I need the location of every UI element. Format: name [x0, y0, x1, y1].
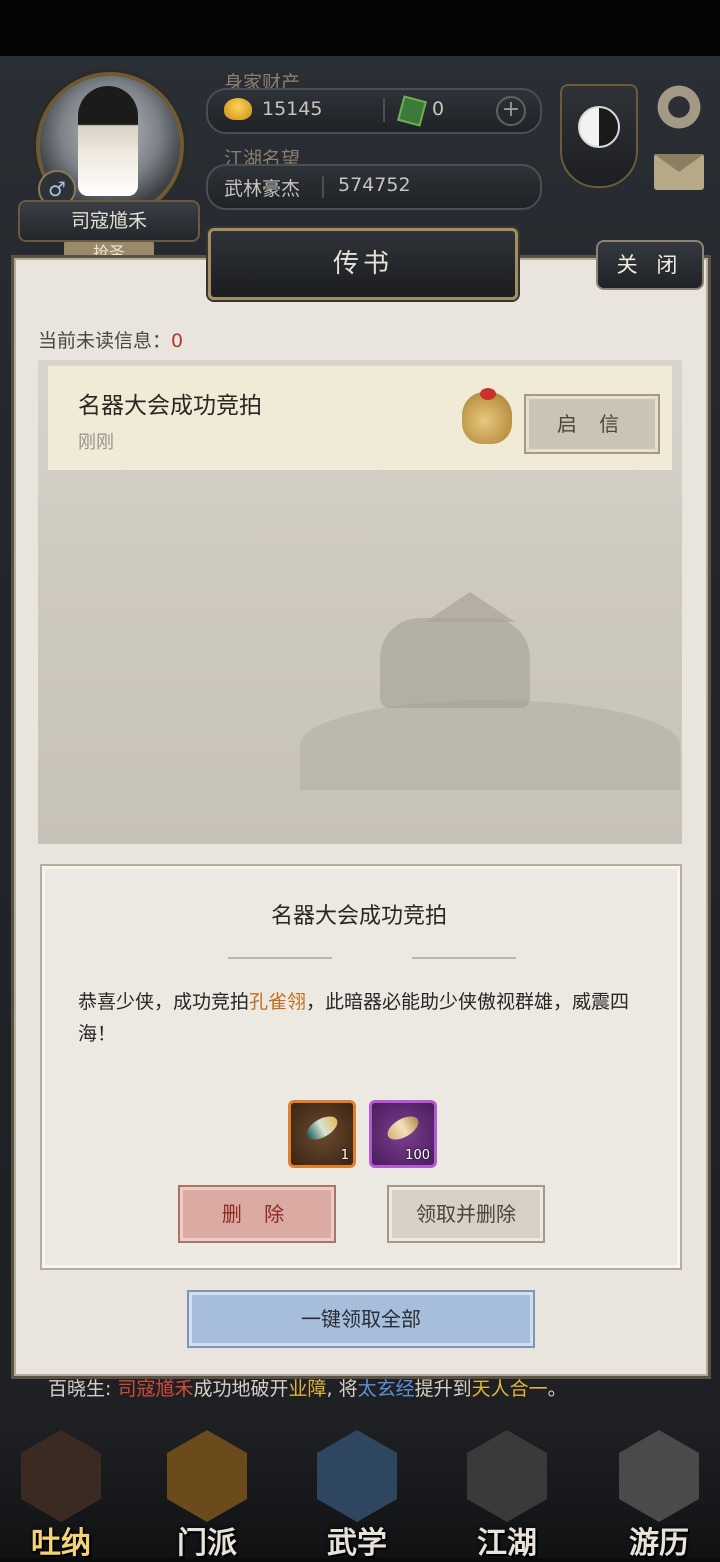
nav-label-sect: 门派	[177, 1526, 237, 1561]
scroll-icon	[383, 1111, 423, 1145]
jade-amount: 0	[432, 98, 445, 120]
taiji-icon	[578, 106, 620, 148]
mail-detail-body: 恭喜少侠，成功竞拍孔雀翎，此暗器必能助少侠傲视群雄，威震四海！	[78, 986, 646, 1050]
title-divider-left	[228, 957, 332, 959]
horse-icon	[619, 1430, 699, 1522]
straw-hat-icon	[467, 1430, 547, 1522]
meditation-icon	[21, 1430, 101, 1522]
news-text-1: 成功地破开	[193, 1378, 289, 1400]
peacock-feather-icon	[302, 1111, 342, 1145]
body-item-name: 孔雀翎	[249, 991, 307, 1013]
close-button[interactable]: 关 闭	[596, 240, 704, 290]
nav-sect[interactable]: 门派	[152, 1424, 262, 1561]
unread-counter: 当前未读信息：0	[38, 326, 183, 353]
fame-title: 武林豪杰	[224, 178, 301, 200]
gear-icon[interactable]	[654, 82, 704, 132]
wealth-bar	[206, 88, 542, 134]
player-name: 司寇馗禾	[18, 200, 200, 242]
body-prefix: 恭喜少侠，成功竞拍	[78, 991, 250, 1013]
status-bar	[0, 0, 720, 56]
news-karma: 业障	[288, 1378, 327, 1400]
fame-value: 574752	[338, 174, 411, 196]
gold-ingot-icon	[224, 98, 252, 120]
nav-travel[interactable]: 游历	[604, 1424, 714, 1561]
news-prefix: 百晓生:	[48, 1378, 118, 1400]
news-player: 司寇馗禾	[117, 1378, 194, 1400]
nav-label-jianghu: 江湖	[477, 1526, 537, 1561]
unread-count: 0	[171, 330, 184, 352]
gift-pouch-icon	[462, 388, 512, 444]
open-mail-button[interactable]: 启 信	[524, 394, 660, 454]
sect-banner-icon	[167, 1430, 247, 1522]
news-skill: 太玄经	[357, 1378, 415, 1400]
nav-label-martial: 武学	[327, 1526, 387, 1561]
wealth-divider	[383, 98, 385, 122]
mail-item-time: 刚刚	[78, 432, 114, 453]
nav-martial[interactable]: 武学	[302, 1424, 412, 1561]
news-text-3: 提升到	[414, 1378, 472, 1400]
add-currency-button[interactable]: +	[496, 96, 526, 126]
scenery-fisherman	[380, 618, 530, 708]
nav-jianghu[interactable]: 江湖	[452, 1424, 562, 1561]
gold-amount: 15145	[262, 98, 323, 120]
claim-all-button[interactable]: 一键领取全部	[187, 1290, 535, 1348]
title-divider-right	[412, 957, 516, 959]
mail-icon[interactable]	[654, 154, 704, 190]
reward-slot-peacock-feather[interactable]: 1	[288, 1100, 356, 1168]
news-end: 。	[547, 1378, 567, 1400]
claim-and-delete-button[interactable]: 领取并删除	[387, 1185, 545, 1243]
scenery-rock	[300, 700, 680, 790]
mail-item-title: 名器大会成功竞拍	[78, 393, 262, 419]
avatar-portrait	[78, 86, 138, 196]
scroll-books-icon	[317, 1430, 397, 1522]
fame-divider	[322, 176, 324, 198]
dialog-title: 传书	[208, 228, 518, 300]
reward-slot-scroll[interactable]: 100	[369, 1100, 437, 1168]
nav-label-travel: 游历	[629, 1526, 689, 1561]
reward-count: 100	[405, 1148, 430, 1163]
delete-button[interactable]: 删 除	[178, 1185, 336, 1243]
nav-label-tuna: 吐纳	[31, 1526, 91, 1561]
unread-label: 当前未读信息：	[38, 330, 172, 352]
reward-count: 1	[340, 1148, 349, 1163]
news-ticker: 百晓生: 司寇馗禾成功地破开业障, 将太玄经提升到天人合一。	[48, 1374, 708, 1410]
news-realm: 天人合一	[471, 1378, 548, 1400]
nav-tuna[interactable]: 吐纳	[6, 1424, 116, 1561]
mail-detail-title: 名器大会成功竞拍	[270, 904, 447, 929]
news-text-2: , 将	[326, 1378, 358, 1400]
